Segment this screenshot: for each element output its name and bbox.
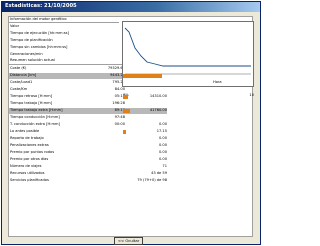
distance-bar <box>123 74 162 78</box>
summary-row: Número de viajes 71 <box>10 164 167 168</box>
summary-row: Premio por puntos rodos 0.00 <box>10 150 167 154</box>
summary-row: Recursos utilizados 43 de 59 <box>10 171 167 175</box>
extra-work-bar <box>123 109 130 113</box>
summary-row: T. conducción extra [H:mm] 00:00 0.00 <box>10 122 167 126</box>
summary-row: Servicios planificados 79 (79+0) de 98 <box>10 178 167 182</box>
scale-max: 10 <box>249 93 254 97</box>
summary-row: Lo antes posible 17.15 <box>10 129 167 133</box>
summary-row: Tiempo trabajo [H:mm] 196:28 <box>10 101 125 105</box>
graph-x-label: Hora <box>213 80 222 84</box>
summary-row: Penalizaciones extras 0.00 <box>10 143 167 147</box>
asap-bar <box>123 130 126 134</box>
delay-bar <box>123 95 128 99</box>
section-genetic-title: Información del motor genético <box>10 17 67 21</box>
summary-row: Premio por otros días 0.00 <box>10 157 167 161</box>
section-divider <box>9 22 119 23</box>
window-title: Estadísticas: 21/10/2005 <box>5 3 77 9</box>
title-bar[interactable]: Estadísticas: 21/10/2005 <box>2 2 260 12</box>
summary-row: Reparto de trabajo 0.00 <box>10 136 167 140</box>
statistics-window: Estadísticas: 21/10/2005 Información del… <box>1 1 261 245</box>
hide-button[interactable]: << Ocultar <box>114 237 143 245</box>
stats-panel: Información del motor genético Valor6547… <box>8 16 254 237</box>
section-summary-title: Resumen solución actual <box>10 58 55 62</box>
summary-row: Tiempo conducción [H:mm] 97:48 <box>10 115 125 119</box>
percentage-scale: 0% 10 <box>122 93 254 99</box>
summary-row: Tiempo trabajo extra [H:mm] 89:10 41760.00 <box>9 108 167 114</box>
